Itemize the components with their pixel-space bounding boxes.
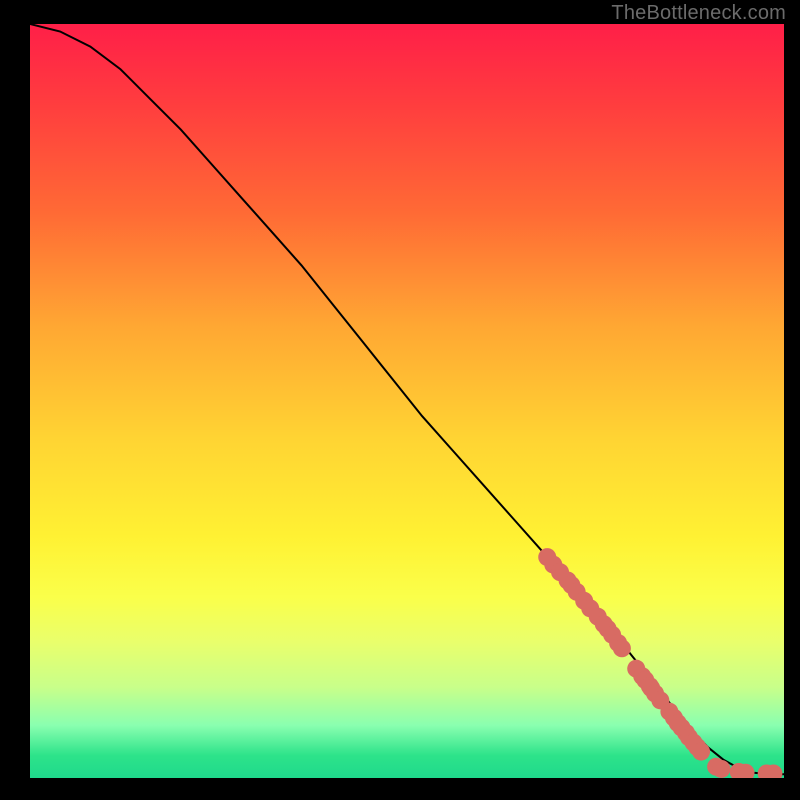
data-point: [712, 760, 730, 778]
data-point: [692, 743, 710, 761]
chart-frame: TheBottleneck.com: [0, 0, 800, 800]
curve-line: [30, 24, 784, 774]
plot-area: [30, 24, 784, 778]
chart-svg: [30, 24, 784, 778]
attribution-text: TheBottleneck.com: [611, 2, 786, 25]
data-points: [538, 548, 782, 778]
data-point: [613, 639, 631, 657]
